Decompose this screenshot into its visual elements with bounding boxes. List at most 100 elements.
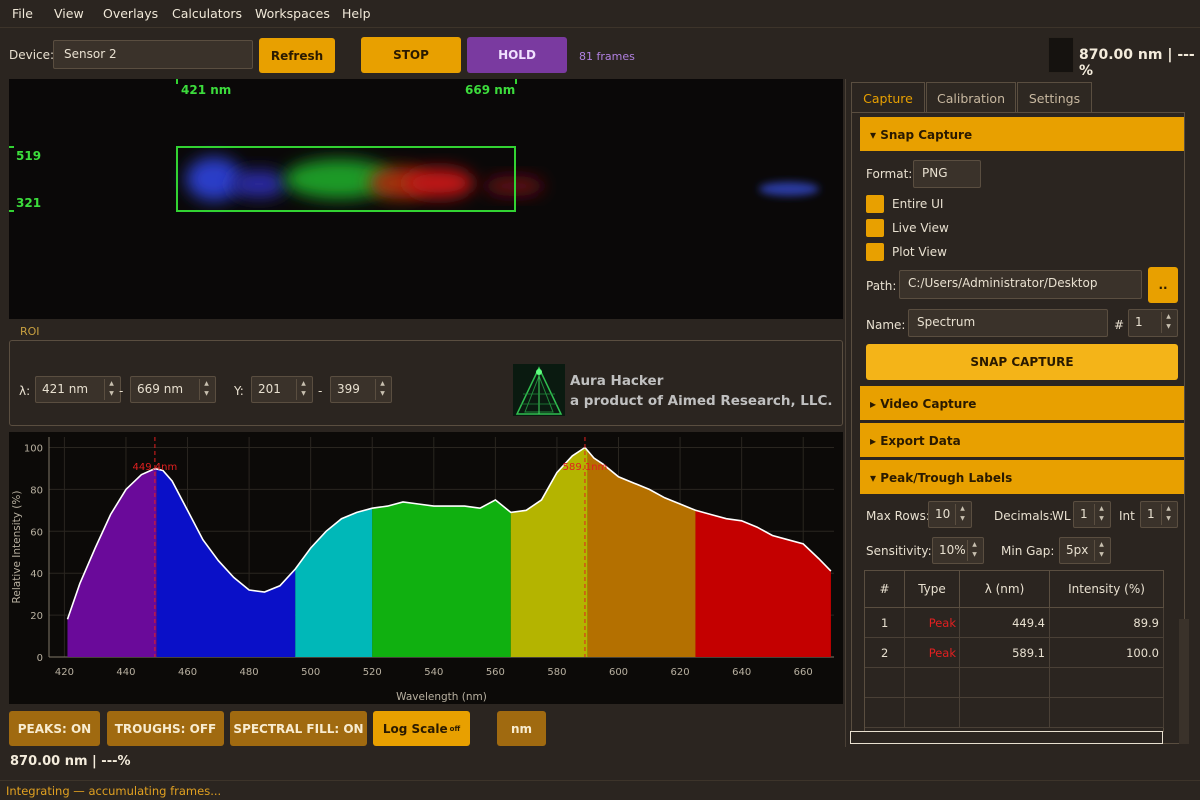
video-capture-header[interactable]: ▸ Video Capture [860,386,1184,420]
tab-calibration[interactable]: Calibration [926,82,1016,112]
stop-button[interactable]: STOP [361,37,461,73]
spectral-band [695,510,831,657]
x-tick-label: 560 [486,667,505,678]
y-min-value: 201 [258,382,281,396]
column-header-intensity[interactable]: Intensity (%) [1050,571,1164,608]
y-tick-label: 60 [30,527,43,538]
wl-start-tick [176,79,178,84]
number-spinbox[interactable]: 1 ▲ ▼ [1128,309,1178,337]
row-wavelength: 589.1 [960,638,1050,668]
y-axis-label: Relative Intensity (%) [11,491,23,604]
lambda-min-value: 421 nm [42,382,89,396]
x-tick-label: 440 [116,667,135,678]
x-tick-label: 500 [301,667,320,678]
menu-help[interactable]: Help [342,6,371,21]
y-top-label: 519 [16,149,42,163]
spin-arrows[interactable]: ▲ ▼ [375,379,389,400]
x-tick-label: 580 [547,667,566,678]
wl-end-label: 669 nm [465,83,516,97]
tab-capture[interactable]: Capture [851,82,925,112]
y-tick-label: 0 [37,653,43,664]
table-hscrollbar[interactable] [850,731,1163,744]
export-data-header[interactable]: ▸ Export Data [860,423,1184,457]
spin-arrows[interactable]: ▲ ▼ [296,379,310,400]
wl-decimals-value: 1 [1080,507,1088,521]
camera-live-view[interactable]: 421 nm 669 nm 519 321 [9,79,843,319]
spin-arrows[interactable]: ▲ ▼ [1094,504,1108,525]
menu-bar: File View Overlays Calculators Workspace… [0,0,1200,28]
spin-arrows[interactable]: ▲ ▼ [199,379,213,400]
frame-counter: 81 frames [579,50,635,63]
y-min-spinbox[interactable]: 201 ▲ ▼ [251,376,313,403]
peak-table[interactable]: # Type λ (nm) Intensity (%) 1 Peak 449.4… [864,570,1164,732]
bottom-readout: 870.00 nm | ---% [10,754,131,769]
int-decimals-spinbox[interactable]: 1 ▲ ▼ [1140,501,1178,528]
troughs-toggle-button[interactable]: TROUGHS: OFF [107,711,224,746]
entire-ui-checkbox[interactable] [866,195,884,213]
menu-workspaces[interactable]: Workspaces [255,6,330,21]
tab-settings[interactable]: Settings [1017,82,1092,112]
log-scale-toggle-button[interactable]: Log Scale off [373,711,470,746]
y-bottom-tick [9,210,14,212]
spin-arrows[interactable]: ▲ ▼ [1161,504,1175,525]
sensitivity-spinbox[interactable]: 10% ▲ ▼ [932,537,984,564]
x-axis-label: Wavelength (nm) [396,691,487,703]
lambda-max-spinbox[interactable]: 669 nm ▲ ▼ [130,376,216,403]
format-select[interactable]: PNG [913,160,981,188]
peak-trough-header[interactable]: ▾ Peak/Trough Labels [860,460,1184,494]
spectrum-plot[interactable]: 0 20 40 60 80 100 420 440 460 480 500 520 540 560 580 6… [9,432,843,704]
spin-arrows[interactable]: ▲ ▼ [1094,540,1108,561]
y-dash: - [318,384,323,398]
spin-arrows[interactable]: ▲ ▼ [1161,312,1175,333]
device-select[interactable]: Sensor 2 [53,40,253,69]
panel-scrollbar[interactable] [1179,619,1189,744]
roi-group: λ: 421 nm ▲ ▼ - 669 nm ▲ ▼ Y: 201 ▲ ▼ - 399… [9,340,843,426]
column-header-number[interactable]: # [865,571,905,608]
hold-button[interactable]: HOLD [467,37,567,73]
y-max-value: 399 [337,382,360,396]
wl-start-label: 421 nm [181,83,232,97]
live-view-checkbox[interactable] [866,219,884,237]
x-tick-label: 480 [240,667,259,678]
spin-arrows[interactable]: ▲ ▼ [955,504,969,525]
lambda-min-spinbox[interactable]: 421 nm ▲ ▼ [35,376,121,403]
snap-capture-button[interactable]: SNAP CAPTURE [866,344,1178,380]
y-bottom-label: 321 [16,196,42,210]
column-header-wavelength[interactable]: λ (nm) [960,571,1050,608]
x-tick-label: 460 [178,667,197,678]
browse-button[interactable]: .. [1148,267,1178,303]
refresh-button[interactable]: Refresh [259,38,335,73]
wl-decimals-spinbox[interactable]: 1 ▲ ▼ [1073,501,1111,528]
y-max-spinbox[interactable]: 399 ▲ ▼ [330,376,392,403]
snap-capture-header[interactable]: ▾ Snap Capture [860,117,1184,151]
spectral-fill-toggle-button[interactable]: SPECTRAL FILL: ON [230,711,367,746]
row-intensity: 89.9 [1050,608,1164,638]
name-input[interactable]: Spectrum [908,309,1108,337]
spin-arrows[interactable]: ▲ ▼ [967,540,981,561]
entire-ui-label: Entire UI [892,197,944,211]
spin-arrows[interactable]: ▲ ▼ [104,379,118,400]
spectrum-chart: 0 20 40 60 80 100 420 440 460 480 500 520 540 560 580 6… [11,437,834,703]
min-gap-label: Min Gap: [1001,544,1055,558]
path-input[interactable]: C:/Users/Administrator/Desktop [899,270,1142,299]
unit-toggle-button[interactable]: nm [497,711,546,746]
menu-view[interactable]: View [54,6,84,21]
sensitivity-label: Sensitivity: [866,544,932,558]
menu-calculators[interactable]: Calculators [172,6,242,21]
x-tick-label: 600 [609,667,628,678]
roi-rectangle[interactable] [176,146,516,212]
y-tick-label: 20 [30,611,43,622]
log-scale-state: off [449,724,461,733]
min-gap-spinbox[interactable]: 5px ▲ ▼ [1059,537,1111,564]
roi-title: ROI [20,325,40,338]
menu-file[interactable]: File [12,6,33,21]
menu-overlays[interactable]: Overlays [103,6,158,21]
plot-view-checkbox[interactable] [866,243,884,261]
max-rows-spinbox[interactable]: 10 ▲ ▼ [928,501,972,528]
max-rows-value: 10 [935,507,951,521]
lambda-max-value: 669 nm [137,382,184,396]
y-top-tick [9,146,14,148]
live-view-label: Live View [892,221,949,235]
peaks-toggle-button[interactable]: PEAKS: ON [9,711,100,746]
column-header-type[interactable]: Type [905,571,960,608]
